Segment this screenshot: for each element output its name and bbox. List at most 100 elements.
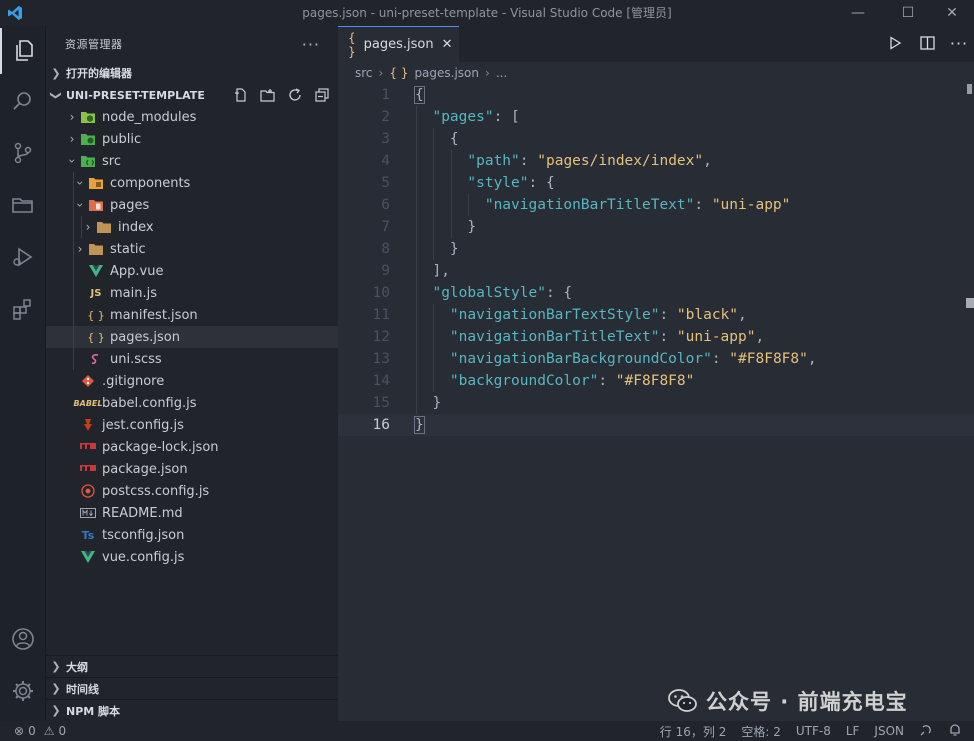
code-line[interactable]: 13 "navigationBarBackgroundColor": "#F8F… [338,348,974,370]
explorer-icon[interactable] [0,28,46,74]
tree-item-label: tsconfig.json [102,527,185,543]
code-line[interactable]: 12 "navigationBarTitleText": "uni-app", [338,326,974,348]
run-debug-icon[interactable] [0,234,46,280]
tree-item-pages-json[interactable]: { } pages.json [46,326,338,348]
settings-gear-icon[interactable] [0,668,46,714]
outline-section[interactable]: ❯ 大纲 [46,655,338,677]
json-punctuation: : { [545,285,573,301]
collapse-all-icon[interactable] [313,87,330,103]
code-line[interactable]: 3 { [338,128,974,150]
new-folder-icon[interactable] [259,87,276,103]
timeline-section[interactable]: ❯ 时间线 [46,677,338,699]
json-punctuation [415,373,450,389]
tree-item-gitignore[interactable]: .gitignore [46,370,338,392]
tree-item-vue-config[interactable]: vue.config.js [46,546,338,568]
split-editor-icon[interactable] [918,34,936,52]
tab-pages-json[interactable]: { } pages.json ✕ [338,26,459,62]
breadcrumb-file[interactable]: pages.json [414,66,479,80]
json-key: "path" [467,153,520,169]
code-line[interactable]: 2 "pages": [ [338,106,974,128]
code-line[interactable]: 6 "navigationBarTitleText": "uni-app" [338,194,974,216]
json-punctuation: } [415,395,442,411]
close-window-button[interactable]: ✕ [932,0,972,26]
code-text: } [415,238,459,260]
tree-item-uni-scss[interactable]: uni.scss [46,348,338,370]
breadcrumb-more[interactable]: ... [496,66,507,80]
project-section[interactable]: ❯ UNI-PRESET-TEMPLATE [46,84,338,106]
code-line[interactable]: 16} [338,414,974,436]
tree-item-label: README.md [102,505,183,521]
breadcrumb-folder[interactable]: src [355,66,373,80]
code-text: "globalStyle": { [415,282,572,304]
scrollbar[interactable] [966,84,974,721]
code-line[interactable]: 15 } [338,392,974,414]
problems-indicator[interactable]: ⊗ 0 ⚠ 0 [14,721,66,741]
tree-item-components[interactable]: › components [46,172,338,194]
code-line[interactable]: 9 ], [338,260,974,282]
minimize-button[interactable]: — [838,0,878,26]
search-icon[interactable] [0,78,46,124]
tree-item-label: index [118,219,154,235]
error-icon: ⊗ [14,724,25,738]
folder-view-icon[interactable] [0,182,46,228]
notifications-icon[interactable] [948,723,962,740]
json-punctuation [415,197,485,213]
source-control-icon[interactable] [0,130,46,176]
cursor-position[interactable]: 行 16，列 2 [660,723,727,740]
account-icon[interactable] [0,616,46,662]
json-punctuation: { [415,131,459,147]
open-editors-section[interactable]: ❯ 打开的编辑器 [46,62,338,84]
code-line[interactable]: 1{ [338,84,974,106]
folder-components-icon [88,175,104,191]
json-key: "pages" [432,109,494,125]
tree-item-package-json[interactable]: package.json [46,458,338,480]
explorer-header: 资源管理器 ··· [46,26,338,62]
code-editor[interactable]: 1{2 "pages": [3 {4 "path": "pages/index/… [338,84,974,721]
code-line[interactable]: 4 "path": "pages/index/index", [338,150,974,172]
tree-item-src[interactable]: › src [46,150,338,172]
tree-item-label: src [102,153,121,169]
indentation[interactable]: 空格: 2 [741,723,781,740]
tree-item-main-js[interactable]: JS main.js [46,282,338,304]
tree-item-static[interactable]: › static [46,238,338,260]
tree-item-tsconfig[interactable]: Ts tsconfig.json [46,524,338,546]
npm-scripts-section[interactable]: ❯ NPM 脚本 [46,699,338,721]
tree-item-app-vue[interactable]: App.vue [46,260,338,282]
warning-icon: ⚠ [43,724,55,738]
watermark: 公众号 · 前端充电宝 [668,686,908,716]
code-line[interactable]: 11 "navigationBarTextStyle": "black", [338,304,974,326]
vscode-logo-icon[interactable] [0,0,30,26]
new-file-icon[interactable] [232,87,249,103]
tree-item-public[interactable]: › public [46,128,338,150]
refresh-icon[interactable] [286,87,303,103]
run-icon[interactable] [886,34,904,52]
close-icon[interactable]: ✕ [442,37,453,52]
code-line[interactable]: 14 "backgroundColor": "#F8F8F8" [338,370,974,392]
extensions-icon[interactable] [0,286,46,332]
tree-item-node-modules[interactable]: › node_modules [46,106,338,128]
code-line[interactable]: 7 } [338,216,974,238]
maximize-button[interactable]: ☐ [888,0,928,26]
code-line[interactable]: 10 "globalStyle": { [338,282,974,304]
tree-item-jest-config[interactable]: jest.config.js [46,414,338,436]
json-punctuation: : [519,153,538,169]
tree-item-index[interactable]: › index [46,216,338,238]
feedback-icon[interactable] [919,723,933,740]
language-mode[interactable]: JSON [874,724,904,738]
code-line[interactable]: 8 } [338,238,974,260]
encoding[interactable]: UTF-8 [796,724,831,738]
line-number: 4 [381,153,390,169]
tree-item-manifest-json[interactable]: { } manifest.json [46,304,338,326]
tree-item-label: uni.scss [110,351,162,367]
chevron-down-icon: › [65,158,79,164]
code-line[interactable]: 5 "style": { [338,172,974,194]
tree-item-pages[interactable]: › pages [46,194,338,216]
tree-item-babel-config[interactable]: BABEL babel.config.js [46,392,338,414]
tree-item-postcss-config[interactable]: postcss.config.js [46,480,338,502]
tree-item-package-lock[interactable]: package-lock.json [46,436,338,458]
more-actions-icon[interactable]: ··· [950,34,968,53]
line-number: 11 [372,307,390,323]
more-actions-icon[interactable]: ··· [302,35,320,54]
line-ending[interactable]: LF [846,724,860,738]
tree-item-readme[interactable]: README.md [46,502,338,524]
